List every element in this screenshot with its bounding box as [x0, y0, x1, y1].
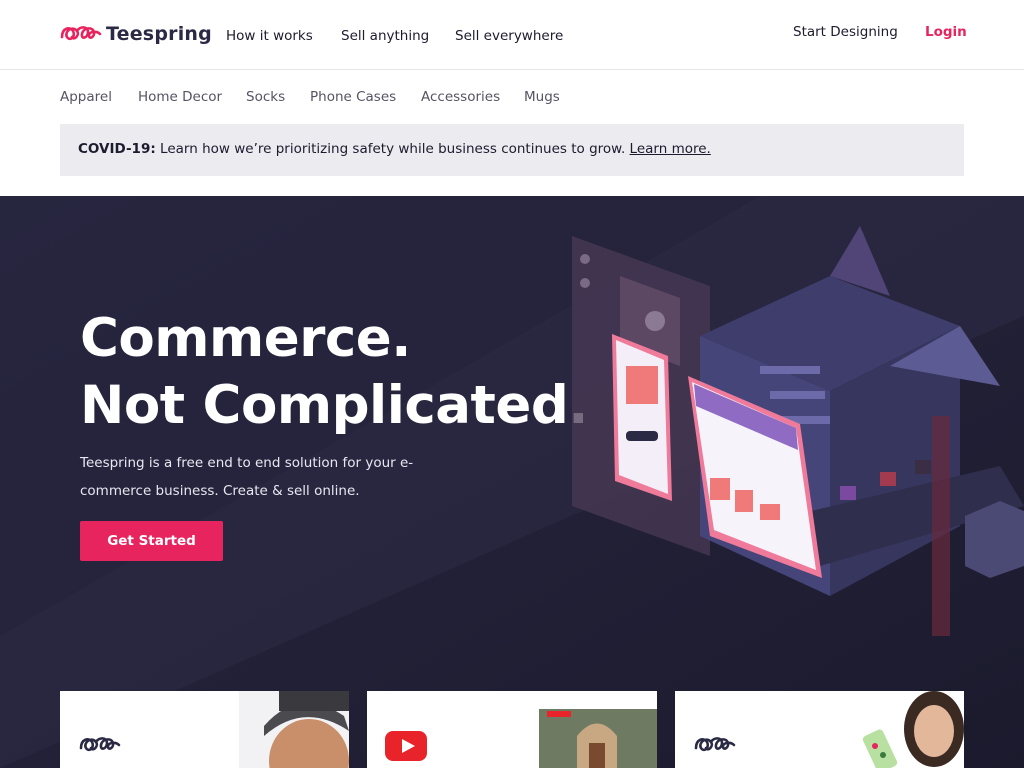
category-socks[interactable]: Socks [246, 89, 285, 105]
covid-banner: COVID-19: Learn how we’re prioritizing s… [60, 124, 964, 176]
hero-headline-line-2: Not Complicated. [80, 375, 588, 436]
get-started-button[interactable]: Get Started [80, 521, 223, 561]
commerce-illustration [572, 226, 1024, 636]
creator-card-2[interactable] [367, 691, 657, 768]
learn-more-link[interactable]: Learn more. [630, 141, 711, 157]
category-home-decor[interactable]: Home Decor [138, 89, 222, 105]
teespring-logo-icon [694, 737, 736, 752]
nav-how-it-works[interactable]: How it works [226, 28, 313, 44]
teespring-logo-icon [60, 26, 102, 41]
nav-sell-everywhere[interactable]: Sell everywhere [455, 28, 563, 44]
hero-section: Commerce. Not Complicated. Teespring is … [0, 196, 1024, 768]
youtube-icon [385, 731, 427, 761]
covid-banner-text: COVID-19: Learn how we’re prioritizing s… [78, 141, 711, 157]
category-apparel[interactable]: Apparel [60, 89, 112, 105]
covid-banner-label: COVID-19: [78, 141, 156, 157]
nav-sell-anything[interactable]: Sell anything [341, 28, 429, 44]
category-accessories[interactable]: Accessories [421, 89, 500, 105]
creator-card-3[interactable] [675, 691, 964, 768]
creator-card-1[interactable] [60, 691, 349, 768]
start-designing-link[interactable]: Start Designing [793, 24, 898, 40]
category-phone-cases[interactable]: Phone Cases [310, 89, 396, 105]
teespring-logo-icon [79, 737, 121, 752]
hero-subtext: Teespring is a free end to end solution … [80, 455, 414, 499]
brand-logo[interactable]: Teespring [60, 22, 212, 46]
creator-photo-man-cap [239, 691, 349, 768]
category-mugs[interactable]: Mugs [524, 89, 560, 105]
site-header: Teespring How it works Sell anything Sel… [0, 0, 1024, 70]
login-link[interactable]: Login [925, 24, 967, 40]
youtube-channel-screenshot [537, 691, 657, 768]
covid-banner-message: Learn how we’re prioritizing safety whil… [160, 141, 626, 157]
brand-name: Teespring [106, 23, 212, 45]
hero-headline-line-1: Commerce. [80, 308, 411, 369]
creator-photo-woman-phone-case [839, 691, 964, 768]
